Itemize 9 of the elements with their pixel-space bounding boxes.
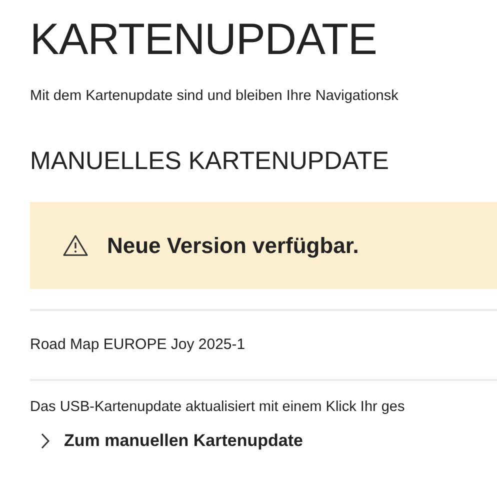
version-text: Road Map EUROPE Joy 2025-1 (30, 335, 246, 355)
intro-text: Mit dem Kartenupdate sind und bleiben Ihre Navigationsk (30, 87, 400, 106)
manual-update-link[interactable]: Zum manuellen Kartenupdate (40, 431, 303, 451)
chevron-right-icon (40, 433, 50, 449)
description-text: Das USB-Kartenupdate aktualisiert mit einem Klick Ihr ges (30, 398, 406, 417)
warning-icon (62, 234, 89, 257)
notice-text: Neue Version verfügbar. (107, 232, 359, 258)
page-title: KARTENUPDATE (30, 14, 378, 66)
section-heading: MANUELLES KARTENUPDATE (30, 146, 390, 176)
